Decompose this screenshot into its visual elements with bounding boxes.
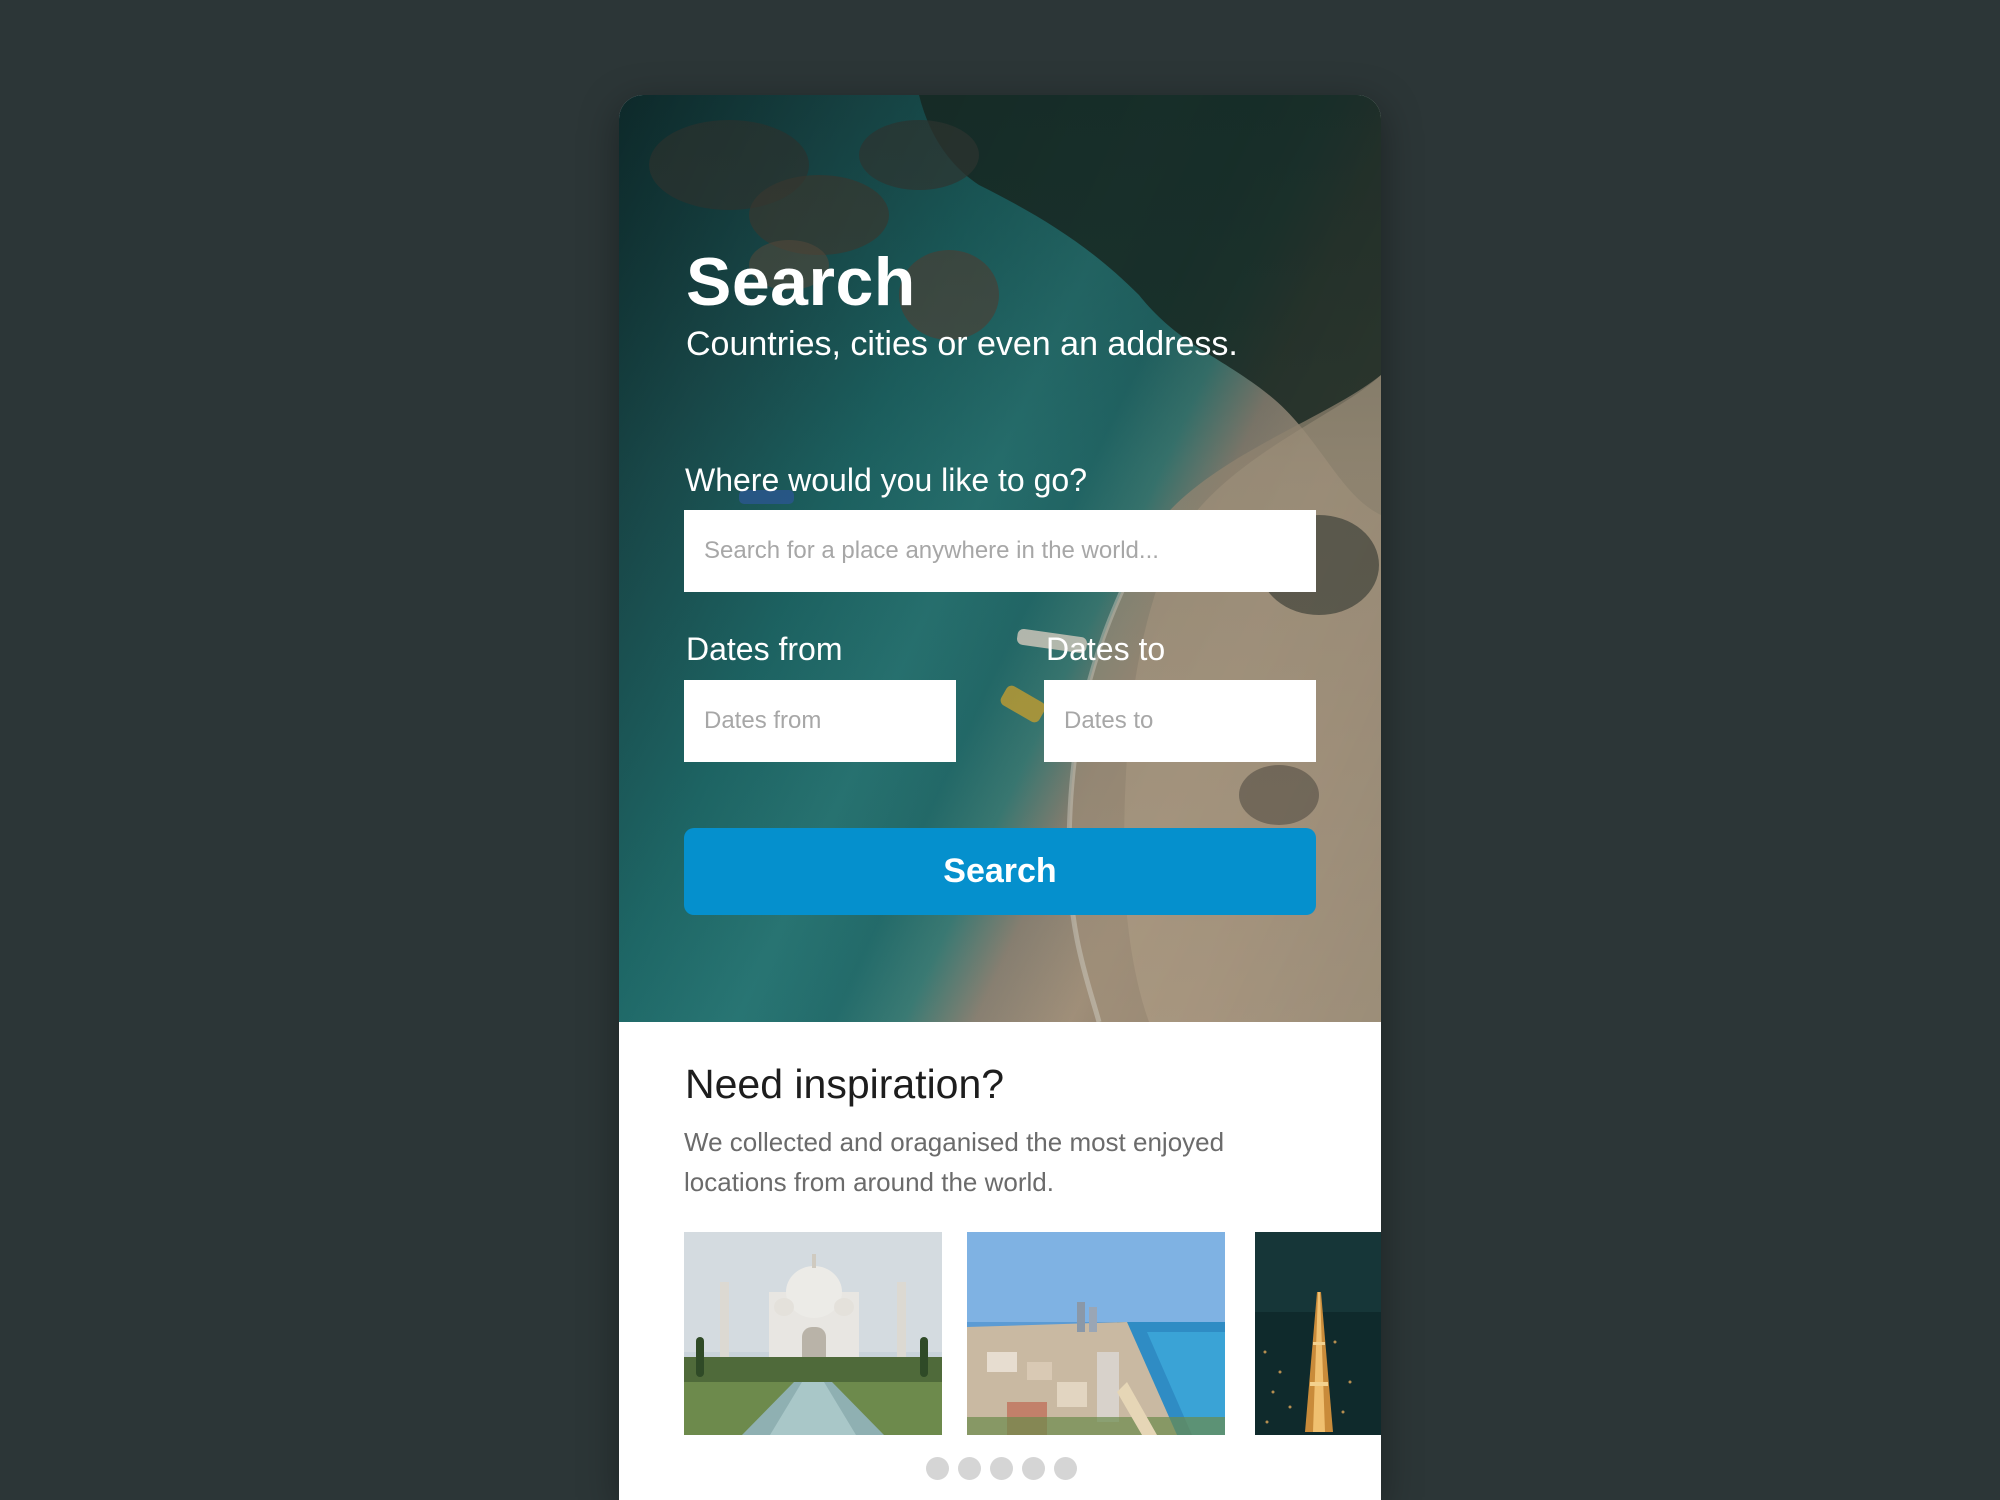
carousel-pagination: [926, 1457, 1077, 1480]
destination-label: Where would you like to go?: [685, 462, 1087, 498]
inspiration-title: Need inspiration?: [685, 1061, 1005, 1107]
inspiration-description: We collected and oraganised the most enj…: [684, 1127, 1225, 1197]
carousel-dot-2[interactable]: [958, 1457, 981, 1480]
carousel-dot-4[interactable]: [1022, 1457, 1045, 1480]
page-subtitle: Countries, cities or even an address.: [686, 325, 1238, 363]
destination-carousel[interactable]: [684, 1232, 1381, 1435]
carousel-dot-5[interactable]: [1054, 1457, 1077, 1480]
dates-from-label: Dates from: [686, 631, 843, 667]
eiffel-tower-night-photo: [1255, 1232, 1381, 1435]
app-screen: Search Countries, cities or even an addr…: [619, 95, 1381, 1500]
page-title: Search: [686, 244, 916, 320]
dates-to-input[interactable]: [1044, 680, 1316, 762]
carousel-dot-1[interactable]: [926, 1457, 949, 1480]
taj-mahal-photo: [684, 1232, 942, 1435]
coastal-city-photo: [967, 1232, 1225, 1435]
destination-card-taj-mahal[interactable]: [684, 1232, 942, 1435]
dates-to-label: Dates to: [1046, 631, 1166, 667]
carousel-dot-3[interactable]: [990, 1457, 1013, 1480]
destination-card-paris[interactable]: [1255, 1232, 1381, 1435]
destination-card-coastal-city[interactable]: [967, 1232, 1225, 1435]
hero-section: Search Countries, cities or even an addr…: [619, 95, 1381, 1022]
search-button[interactable]: Search: [684, 828, 1316, 915]
destination-input[interactable]: [684, 510, 1316, 592]
dates-from-input[interactable]: [684, 680, 956, 762]
